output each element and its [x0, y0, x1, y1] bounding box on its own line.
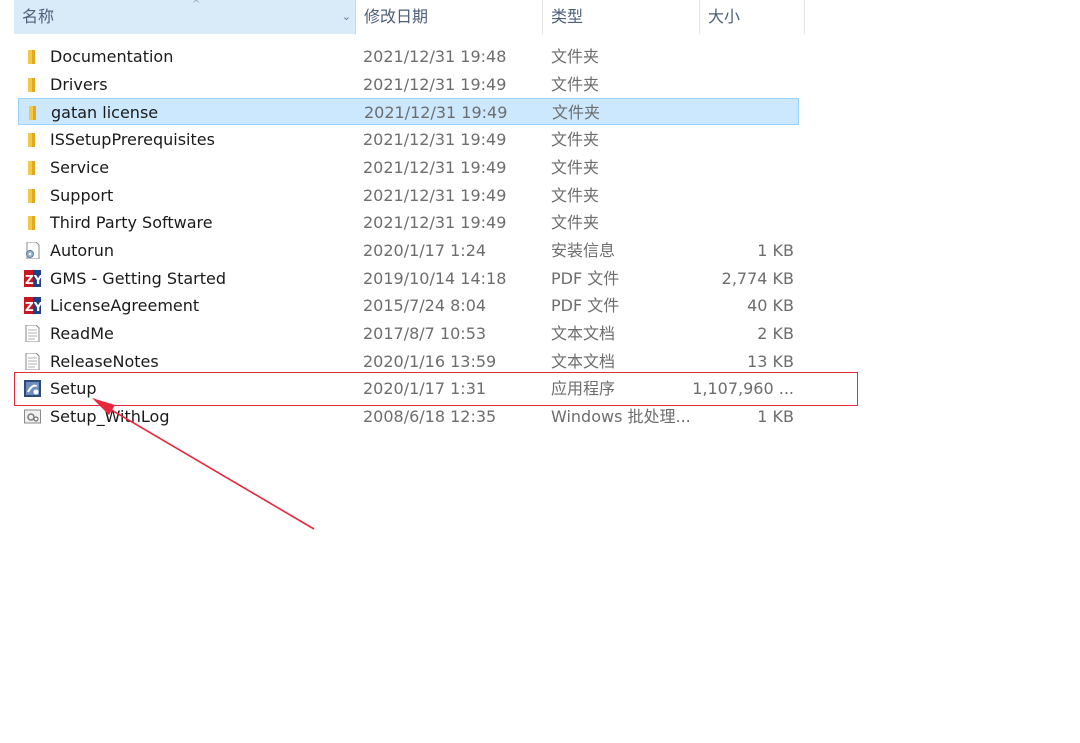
file-type: 文件夹 [551, 157, 600, 177]
pdf-icon-letters: ZY [25, 273, 41, 287]
pdf-icon: ZY [24, 269, 43, 287]
file-size: 1 KB [757, 240, 794, 260]
file-name: Setup_WithLog [50, 407, 170, 427]
file-size: 1 KB [757, 407, 794, 427]
column-header-bar: 名称 ^ ⌄ 修改日期 类型 大小 [0, 0, 1080, 34]
file-name: ReadMe [50, 324, 114, 343]
file-row[interactable]: ZY LicenseAgreement 2015/7/24 8:04 PDF 文件 40… [18, 292, 799, 319]
setup-info-icon [24, 241, 41, 260]
file-modified-date: 2021/12/31 19:49 [363, 213, 507, 233]
file-name: Autorun [50, 240, 115, 260]
column-header-size[interactable]: 大小 [700, 0, 805, 34]
file-row[interactable]: ISSetupPrerequisites 2021/12/31 19:49 文件夹 [18, 126, 799, 153]
file-type: 文件夹 [551, 185, 600, 205]
folder-icon [24, 48, 41, 65]
text-document-icon [24, 324, 41, 343]
annotation-highlight-box [14, 372, 858, 406]
file-row[interactable]: Autorun 2020/1/17 1:24 安装信息 1 KB [18, 237, 799, 264]
file-type: 安装信息 [551, 240, 616, 260]
file-type: 文件夹 [551, 213, 600, 233]
file-name: gatan license [51, 103, 159, 123]
file-modified-date: 2020/1/17 1:24 [363, 240, 487, 260]
file-modified-date: 2021/12/31 19:49 [363, 157, 507, 177]
file-row[interactable]: Service 2021/12/31 19:49 文件夹 [18, 154, 799, 181]
file-explorer: 名称 ^ ⌄ 修改日期 类型 大小 Documentation 2021/12/3… [0, 0, 1080, 743]
file-modified-date: 2015/7/24 8:04 [363, 296, 487, 316]
file-type: 文件夹 [552, 103, 601, 123]
file-type: 文本文档 [551, 351, 616, 371]
file-size: 13 KB [747, 351, 794, 371]
text-document-icon [24, 352, 41, 371]
batch-file-icon [24, 408, 41, 425]
file-name: Service [50, 157, 110, 177]
file-name: Drivers [50, 74, 108, 94]
file-row[interactable]: ReadMe 2017/8/7 10:53 文本文档 2 KB [18, 320, 799, 347]
file-name: Third Party Software [50, 213, 213, 233]
column-header-size-label: 大小 [708, 7, 741, 26]
sort-ascending-icon: ^ [192, 0, 201, 10]
column-header-type[interactable]: 类型 [543, 0, 700, 34]
file-modified-date: 2021/12/31 19:49 [363, 130, 507, 150]
file-size: 40 KB [747, 296, 794, 316]
file-size: 2 KB [757, 324, 794, 343]
file-row[interactable]: Drivers 2021/12/31 19:49 文件夹 [18, 71, 799, 98]
file-modified-date: 2021/12/31 19:48 [363, 47, 507, 66]
folder-icon [24, 159, 41, 176]
file-modified-date: 2008/6/18 12:35 [363, 407, 497, 427]
column-header-name-label: 名称 [22, 7, 55, 26]
file-row[interactable]: Setup_WithLog 2008/6/18 12:35 Windows 批处理.… [18, 403, 799, 430]
folder-icon [24, 187, 41, 204]
pdf-icon: ZY [24, 297, 43, 315]
column-header-date[interactable]: 修改日期 [356, 0, 543, 34]
folder-icon [24, 76, 41, 93]
file-type: 文件夹 [551, 47, 600, 66]
file-modified-date: 2021/12/31 19:49 [363, 74, 507, 94]
file-modified-date: 2019/10/14 14:18 [363, 268, 507, 288]
file-name: Support [50, 185, 114, 205]
file-modified-date: 2021/12/31 19:49 [363, 185, 507, 205]
file-name: LicenseAgreement [50, 296, 200, 316]
file-type: Windows 批处理... [551, 407, 691, 427]
file-type: PDF 文件 [551, 268, 620, 288]
folder-icon [24, 131, 41, 148]
file-row[interactable]: Support 2021/12/31 19:49 文件夹 [18, 182, 799, 209]
file-row[interactable]: ZY GMS - Getting Started 2019/10/14 14:18 P… [18, 265, 799, 292]
file-type: 文本文档 [551, 324, 616, 343]
file-modified-date: 2021/12/31 19:49 [364, 103, 508, 123]
file-row[interactable]: Third Party Software 2021/12/31 19:49 文件夹 [18, 209, 799, 236]
column-header-type-label: 类型 [551, 7, 584, 26]
file-type: PDF 文件 [551, 296, 620, 316]
file-name: Documentation [50, 47, 174, 66]
file-type: 文件夹 [551, 130, 600, 150]
file-row[interactable]: Documentation 2021/12/31 19:48 文件夹 [18, 43, 799, 70]
file-name: GMS - Getting Started [50, 268, 227, 288]
column-header-date-label: 修改日期 [364, 7, 429, 26]
file-modified-date: 2017/8/7 10:53 [363, 324, 487, 343]
file-row[interactable]: gatan license 2021/12/31 19:49 文件夹 [18, 98, 799, 126]
chevron-down-icon[interactable]: ⌄ [342, 0, 351, 34]
file-name: ISSetupPrerequisites [50, 130, 215, 150]
folder-icon [25, 104, 42, 121]
file-name: ReleaseNotes [50, 351, 159, 371]
file-row[interactable]: ReleaseNotes 2020/1/16 13:59 文本文档 13 KB [18, 348, 799, 375]
column-header-name[interactable]: 名称 ^ ⌄ [14, 0, 356, 34]
folder-icon [24, 214, 41, 231]
file-type: 文件夹 [551, 74, 600, 94]
file-size: 2,774 KB [721, 268, 794, 288]
file-modified-date: 2020/1/16 13:59 [363, 351, 497, 371]
pdf-icon-letters: ZY [25, 300, 41, 314]
